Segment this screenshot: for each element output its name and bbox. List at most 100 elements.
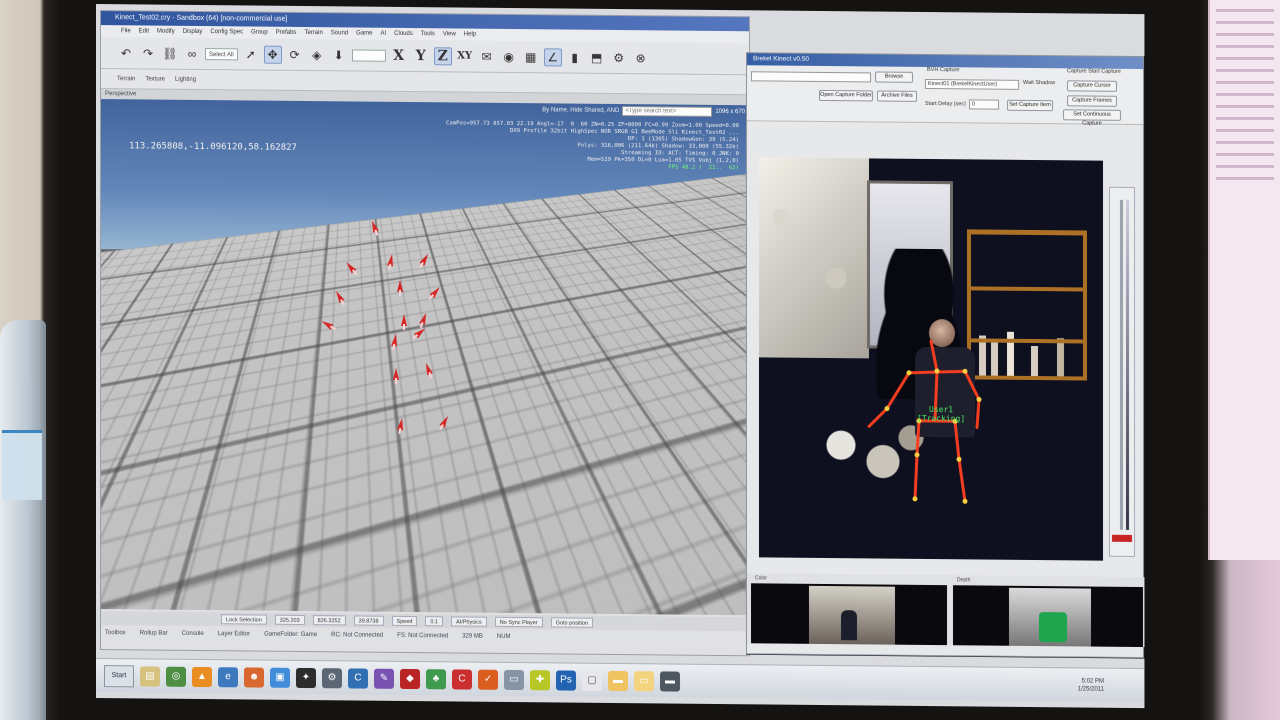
- status-field[interactable]: AI/Physics: [451, 616, 487, 627]
- ie-icon[interactable]: e: [218, 666, 238, 687]
- level-meter[interactable]: [1109, 186, 1135, 557]
- menu-item[interactable]: Group: [251, 26, 268, 38]
- angle-snap-icon[interactable]: ∠: [543, 47, 562, 66]
- monitor-icon[interactable]: ▬: [660, 670, 680, 692]
- ai-icon[interactable]: ⚙: [610, 48, 628, 66]
- mail-icon[interactable]: ✉: [478, 47, 496, 65]
- active-folder-icon[interactable]: ▭: [634, 670, 654, 691]
- continuous-capture-button[interactable]: Set Continuous Capture: [1063, 109, 1121, 127]
- explorer-icon[interactable]: ▤: [140, 665, 160, 687]
- status-field[interactable]: No Sync Player: [494, 616, 543, 628]
- viewport-search-input[interactable]: [622, 106, 713, 117]
- bottom-tab[interactable]: NUM: [497, 631, 511, 643]
- bottom-tab[interactable]: RC: Not Connected: [331, 629, 383, 641]
- cryengine-icon[interactable]: C: [348, 667, 368, 689]
- viewport-label[interactable]: Perspective: [105, 91, 136, 97]
- status-field[interactable]: 325.203: [274, 614, 305, 626]
- redo-icon[interactable]: ↷: [139, 44, 157, 62]
- system-tray[interactable]: 5:02 PM 1/25/2011: [1078, 677, 1144, 694]
- menu-item[interactable]: File: [121, 25, 131, 37]
- menu-item[interactable]: Clouds: [394, 28, 413, 40]
- game-mode-icon[interactable]: ⊗: [632, 49, 650, 67]
- app-icon[interactable]: ▣: [270, 667, 290, 688]
- paint-icon[interactable]: ✓: [478, 669, 498, 690]
- unlink-icon[interactable]: ∞: [183, 44, 201, 62]
- open-capture-folder-button[interactable]: Open Capture Folder: [819, 89, 873, 102]
- bottom-tab[interactable]: GameFolder: Game: [264, 629, 317, 642]
- menu-item[interactable]: Config Spec: [210, 26, 243, 38]
- texture-button[interactable]: Texture: [145, 76, 165, 82]
- vlc-icon[interactable]: ▲: [192, 666, 212, 687]
- menu-item[interactable]: AI: [380, 28, 386, 40]
- axis-xy-button[interactable]: XY: [456, 47, 474, 65]
- menu-item[interactable]: Sound: [331, 27, 348, 39]
- selection-filter-field[interactable]: Select All: [205, 47, 238, 60]
- menu-item[interactable]: Display: [183, 26, 203, 38]
- start-button[interactable]: Start: [104, 664, 134, 687]
- axis-x-button[interactable]: X: [390, 46, 408, 64]
- terrain-button[interactable]: Terrain: [117, 76, 135, 82]
- bottom-tab[interactable]: FS: Not Connected: [397, 630, 448, 642]
- bottom-tab[interactable]: Toolbox: [105, 627, 126, 639]
- menu-item[interactable]: Prefabs: [276, 27, 297, 39]
- link-icon[interactable]: ⛓: [161, 44, 179, 62]
- rotate-icon[interactable]: ⟳: [286, 45, 304, 63]
- blank-icon[interactable]: ▢: [582, 670, 602, 691]
- status-field[interactable]: Speed: [391, 615, 418, 627]
- set-capture-item-button[interactable]: Set Capture Item: [1007, 99, 1053, 112]
- bottom-tab[interactable]: 329 MB: [462, 631, 483, 643]
- capture-frames-button[interactable]: Capture Frames: [1067, 95, 1117, 107]
- bottom-tab[interactable]: Console: [182, 628, 204, 640]
- status-field[interactable]: 0.1: [425, 616, 444, 627]
- browse-button[interactable]: Browse: [875, 71, 913, 83]
- tree-icon[interactable]: ♣: [426, 668, 446, 689]
- capture-cursor-button[interactable]: Capture Cursor: [1067, 80, 1117, 92]
- bottom-tab[interactable]: Layer Editor: [218, 628, 250, 640]
- start-delay-field[interactable]: 0: [969, 99, 999, 110]
- viewport-resolution[interactable]: 1096 x 670: [715, 109, 745, 115]
- status-field[interactable]: Goto position: [550, 617, 594, 628]
- ruler-icon[interactable]: ▮: [566, 48, 584, 66]
- status-field[interactable]: 39.8738: [353, 615, 384, 626]
- chrome-icon[interactable]: ◎: [166, 666, 186, 687]
- move-icon[interactable]: ✥: [263, 45, 282, 64]
- window-icon[interactable]: ▭: [504, 669, 524, 690]
- grid-icon[interactable]: ▦: [522, 48, 540, 66]
- axis-z-button[interactable]: Z: [433, 46, 452, 65]
- select-arrow-icon[interactable]: ➚: [242, 45, 260, 63]
- perspective-viewport[interactable]: By Name, Hide Shared, AND 1096 x 670 113…: [101, 99, 749, 616]
- menu-item[interactable]: Terrain: [304, 27, 322, 39]
- menu-item[interactable]: Help: [464, 29, 476, 41]
- menu-item[interactable]: Edit: [139, 25, 149, 37]
- align-terrain-icon[interactable]: ⬇: [330, 46, 348, 64]
- menu-item[interactable]: Game: [356, 27, 372, 39]
- physics-icon[interactable]: ⬒: [588, 48, 606, 66]
- firefox-icon[interactable]: ☻: [244, 666, 264, 688]
- status-field[interactable]: Lock Selection: [221, 614, 267, 625]
- lighting-button[interactable]: Lighting: [175, 76, 196, 82]
- camera-icon[interactable]: ◉: [500, 47, 518, 65]
- steam-icon[interactable]: ⚙: [322, 667, 342, 688]
- axis-y-button[interactable]: Y: [412, 47, 430, 65]
- depth-thumbnail[interactable]: [953, 585, 1143, 648]
- depth-view[interactable]: User1 [Tracking]: [759, 157, 1103, 561]
- archive-files-button[interactable]: Archive Files: [877, 90, 917, 102]
- menu-item[interactable]: Tools: [421, 28, 435, 40]
- kinect-path-field[interactable]: [751, 71, 871, 83]
- star-icon[interactable]: ✚: [530, 669, 550, 690]
- editor-icon[interactable]: ✎: [374, 668, 394, 689]
- color-thumbnail[interactable]: [751, 583, 947, 646]
- game-icon[interactable]: ✦: [296, 667, 316, 688]
- c-icon[interactable]: C: [452, 668, 472, 690]
- kinect-device-field[interactable]: Kinect01 (BrekelKinectUser): [925, 78, 1019, 90]
- menu-item[interactable]: View: [443, 28, 456, 40]
- folder-icon[interactable]: ▬: [608, 670, 628, 691]
- status-field[interactable]: 826.3252: [312, 615, 346, 626]
- cube-icon[interactable]: ◆: [400, 668, 420, 689]
- bottom-tab[interactable]: Rollup Bar: [140, 627, 168, 639]
- undo-icon[interactable]: ↶: [117, 44, 135, 62]
- reference-coord-field[interactable]: [351, 48, 386, 62]
- photoshop-icon[interactable]: Ps: [556, 669, 576, 691]
- menu-item[interactable]: Modify: [157, 26, 175, 38]
- scale-icon[interactable]: ◈: [308, 46, 326, 64]
